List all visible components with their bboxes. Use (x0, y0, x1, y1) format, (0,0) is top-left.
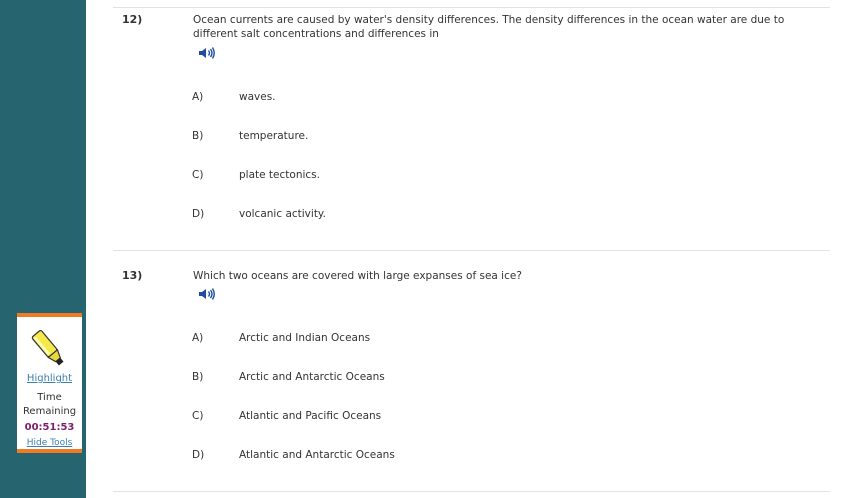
question-divider (113, 7, 830, 8)
option-letter: C) (192, 410, 204, 422)
option-letter: D) (192, 449, 205, 461)
option-letter: A) (192, 332, 204, 344)
option-text[interactable]: Arctic and Indian Oceans (239, 332, 370, 344)
time-remaining-label: Time Remaining (22, 392, 77, 417)
option-text[interactable]: plate tectonics. (239, 169, 320, 181)
option-letter: D) (192, 208, 205, 220)
option-text[interactable]: Atlantic and Pacific Oceans (239, 410, 381, 422)
option-letter: A) (192, 91, 204, 103)
question-divider (113, 250, 830, 251)
option-letter: C) (192, 169, 204, 181)
time-remaining-value: 00:51:53 (24, 422, 75, 433)
highlighter-icon[interactable] (27, 327, 71, 371)
highlight-link[interactable]: Highlight (17, 373, 82, 384)
option-text[interactable]: Arctic and Antarctic Oceans (239, 371, 385, 383)
hide-tools-link[interactable]: Hide Tools (17, 438, 82, 448)
question-number: 13) (122, 269, 143, 282)
speaker-icon[interactable] (198, 46, 216, 60)
question-divider (113, 491, 830, 492)
question-text: Ocean currents are caused by water's den… (193, 14, 785, 40)
speaker-icon[interactable] (198, 287, 216, 301)
option-text[interactable]: waves. (239, 91, 276, 103)
option-letter: B) (192, 371, 204, 383)
question-number: 12) (122, 13, 143, 26)
option-letter: B) (192, 130, 204, 142)
option-text[interactable]: volcanic activity. (239, 208, 326, 220)
tools-panel: Highlight Time Remaining 00:51:53 Hide T… (17, 313, 82, 453)
option-text[interactable]: Atlantic and Antarctic Oceans (239, 449, 395, 461)
question-text: Which two oceans are covered with large … (193, 270, 522, 282)
test-page: Highlight Time Remaining 00:51:53 Hide T… (0, 0, 845, 498)
option-text[interactable]: temperature. (239, 130, 308, 142)
